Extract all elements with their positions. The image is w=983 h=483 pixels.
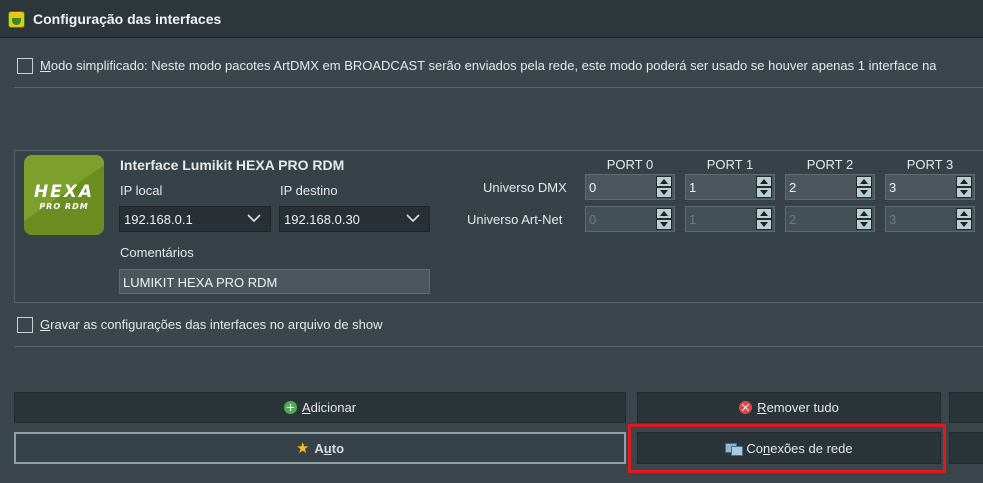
title-bar: Configuração das interfaces: [0, 0, 983, 38]
save-config-label[interactable]: Gravar as configurações das interfaces n…: [40, 317, 383, 332]
universo-artnet-label: Universo Art-Net: [467, 212, 563, 227]
extra-button[interactable]: [949, 432, 983, 464]
spin-up-icon[interactable]: [656, 176, 672, 187]
spin-down-icon: [656, 219, 672, 230]
universo-dmx-port3-spinbox[interactable]: 3: [885, 174, 975, 200]
universo-artnet-port1-spinbox: 1: [685, 206, 775, 232]
extra-button[interactable]: [949, 392, 983, 423]
spin-up-icon: [756, 208, 772, 219]
port-header: PORT 1: [706, 157, 754, 172]
ip-destino-label: IP destino: [280, 183, 338, 198]
spin-up-icon[interactable]: [856, 176, 872, 187]
ip-local-label: IP local: [120, 183, 163, 198]
plus-circle-icon: [283, 401, 297, 414]
spin-down-icon[interactable]: [956, 187, 972, 198]
ip-local-select[interactable]: 192.168.0.1: [119, 206, 271, 232]
universo-artnet-port0-spinbox: 0: [585, 206, 675, 232]
port-header: PORT 0: [606, 157, 654, 172]
star-icon: ★: [295, 439, 310, 457]
window-title: Configuração das interfaces: [33, 11, 222, 27]
simplified-mode-checkbox[interactable]: [17, 58, 33, 74]
universo-dmx-port2-spinbox[interactable]: 2: [785, 174, 875, 200]
save-config-checkbox[interactable]: [17, 317, 33, 333]
chevron-down-icon: [247, 214, 261, 223]
highlight-box: [628, 424, 946, 473]
separator: [14, 87, 983, 88]
x-circle-icon: [739, 401, 753, 414]
hexa-pro-rdm-logo: HEXA PRO RDM: [24, 155, 104, 235]
spin-down-icon[interactable]: [856, 187, 872, 198]
spin-up-icon[interactable]: [756, 176, 772, 187]
spin-up-icon: [656, 208, 672, 219]
spin-down-icon: [856, 219, 872, 230]
universo-artnet-port2-spinbox: 2: [785, 206, 875, 232]
separator: [14, 346, 983, 347]
universo-artnet-port3-spinbox: 3: [885, 206, 975, 232]
comentarios-label: Comentários: [120, 245, 194, 260]
port-header: PORT 3: [906, 157, 954, 172]
spin-down-icon: [756, 219, 772, 230]
add-button[interactable]: Adicionar: [14, 392, 626, 423]
spin-up-icon: [856, 208, 872, 219]
spin-up-icon[interactable]: [956, 176, 972, 187]
comentarios-input[interactable]: LUMIKIT HEXA PRO RDM: [119, 269, 430, 294]
spin-down-icon[interactable]: [756, 187, 772, 198]
interface-name: Interface Lumikit HEXA PRO RDM: [120, 157, 345, 173]
simplified-mode-label[interactable]: Modo simplificado: Neste modo pacotes Ar…: [40, 58, 937, 73]
universo-dmx-port1-spinbox[interactable]: 1: [685, 174, 775, 200]
app-icon: [8, 11, 25, 28]
universo-dmx-port0-spinbox[interactable]: 0: [585, 174, 675, 200]
spin-up-icon: [956, 208, 972, 219]
remove-all-button[interactable]: Remover tudo: [637, 392, 941, 423]
ip-destino-select[interactable]: 192.168.0.30: [279, 206, 430, 232]
spin-down-icon[interactable]: [656, 187, 672, 198]
auto-button[interactable]: ★ Auto: [14, 432, 626, 464]
port-header: PORT 2: [806, 157, 854, 172]
chevron-down-icon: [406, 214, 420, 223]
spin-down-icon: [956, 219, 972, 230]
universo-dmx-label: Universo DMX: [483, 180, 567, 195]
